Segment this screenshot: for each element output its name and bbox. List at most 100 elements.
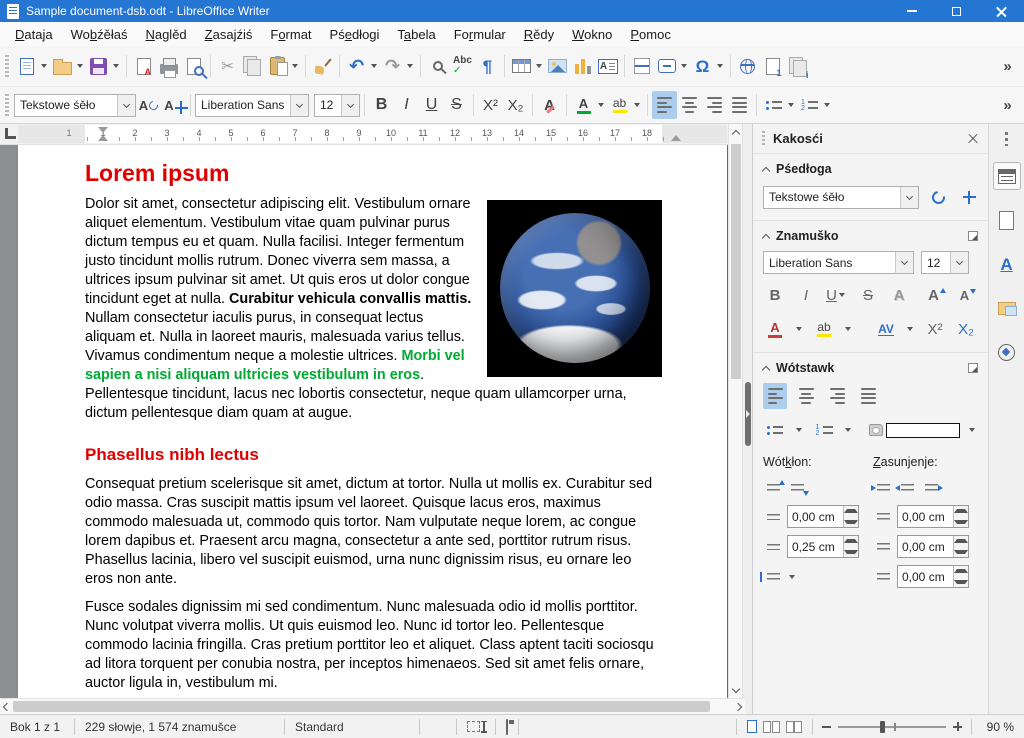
page-style-status[interactable]: Standard xyxy=(285,720,419,734)
ordered-list-dropdown[interactable] xyxy=(824,103,830,107)
align-right-button[interactable] xyxy=(702,91,727,119)
spin-arrows[interactable] xyxy=(953,506,968,527)
spelling-button[interactable]: Abc✓ xyxy=(450,52,475,80)
zoom-percentage[interactable]: 90 % xyxy=(972,720,1024,734)
strikethrough-button[interactable]: S xyxy=(856,282,880,308)
ordered-list-button[interactable]: 12 xyxy=(812,417,836,443)
dialog-launcher-icon[interactable] xyxy=(968,231,978,241)
increase-paragraph-spacing-button[interactable] xyxy=(763,478,783,498)
collapse-chevron-icon[interactable] xyxy=(762,365,770,373)
tab-stop-selector-icon[interactable] xyxy=(5,128,16,139)
insert-footnote-button[interactable]: 1 xyxy=(760,52,785,80)
save-button[interactable] xyxy=(86,52,111,80)
zoom-slider-thumb[interactable] xyxy=(880,721,885,733)
document-page[interactable]: Lorem ipsum Dolor sit amet, consectetur … xyxy=(18,145,727,698)
spin-arrows[interactable] xyxy=(843,536,858,557)
dialog-launcher-icon[interactable] xyxy=(968,363,978,373)
update-style-button[interactable]: A xyxy=(136,91,161,119)
zoom-in-icon[interactable] xyxy=(953,722,962,731)
unordered-list-button[interactable] xyxy=(761,91,786,119)
insert-hyperlink-button[interactable] xyxy=(735,52,760,80)
indent-first-line-field[interactable]: 0,00 cm xyxy=(897,565,969,588)
font-size-dropdown[interactable] xyxy=(341,95,359,116)
open-dropdown[interactable] xyxy=(77,64,83,68)
font-color-dropdown[interactable] xyxy=(796,327,802,331)
align-left-button[interactable] xyxy=(763,383,787,409)
right-indent-marker[interactable] xyxy=(671,135,681,141)
insert-endnote-button[interactable]: i xyxy=(785,52,810,80)
toolbar-grip[interactable] xyxy=(5,94,9,116)
clone-formatting-button[interactable] xyxy=(310,52,335,80)
collapse-chevron-icon[interactable] xyxy=(762,166,770,174)
insert-special-character-button[interactable]: Ω xyxy=(690,52,715,80)
menu-item[interactable]: Zasajźiś xyxy=(196,24,262,45)
character-spacing-button[interactable]: AV xyxy=(874,316,898,342)
new-document-button[interactable] xyxy=(14,52,39,80)
justify-button[interactable] xyxy=(856,383,880,409)
paste-button[interactable] xyxy=(265,52,290,80)
justify-button[interactable] xyxy=(727,91,752,119)
font-name-combobox[interactable]: Liberation Sans xyxy=(195,94,309,117)
menu-item[interactable]: Pomoc xyxy=(621,24,679,45)
superscript-button[interactable]: X² xyxy=(923,316,947,342)
spin-arrows[interactable] xyxy=(953,536,968,557)
find-replace-button[interactable] xyxy=(425,52,450,80)
clear-formatting-button[interactable]: A xyxy=(537,91,562,119)
align-center-button[interactable] xyxy=(677,91,702,119)
shadow-button[interactable]: A xyxy=(887,282,911,308)
single-page-view-button[interactable] xyxy=(747,720,757,733)
underline-dropdown[interactable] xyxy=(839,293,845,297)
hide-sidebar-handle[interactable] xyxy=(745,382,751,446)
open-button[interactable] xyxy=(50,52,75,80)
sidebar-font-size-dropdown[interactable] xyxy=(950,252,968,273)
subscript-button[interactable]: X₂ xyxy=(503,91,528,119)
zoom-out-icon[interactable] xyxy=(822,726,831,728)
superscript-button[interactable]: X² xyxy=(478,91,503,119)
insert-image-button[interactable] xyxy=(545,52,570,80)
underline-button[interactable]: U xyxy=(825,282,849,308)
insert-table-button[interactable] xyxy=(509,52,534,80)
menu-item[interactable]: Format xyxy=(261,24,320,45)
sidebar-style-combobox[interactable]: Tekstowe śěło xyxy=(763,186,919,209)
increase-font-size-button[interactable]: A xyxy=(925,282,949,308)
export-pdf-button[interactable]: A xyxy=(131,52,156,80)
sidebar-menu-icon[interactable] xyxy=(1005,132,1008,146)
scroll-down-button[interactable] xyxy=(729,682,743,698)
word-count-status[interactable]: 229 słowje, 1 574 znamušce xyxy=(75,720,284,734)
menu-item[interactable]: Wobźěłaś xyxy=(62,24,137,45)
decrease-font-size-button[interactable]: A xyxy=(956,282,980,308)
toolbar-overflow-button[interactable]: » xyxy=(995,52,1020,80)
scroll-up-button[interactable] xyxy=(729,124,743,140)
save-dropdown[interactable] xyxy=(113,64,119,68)
character-spacing-dropdown[interactable] xyxy=(907,327,913,331)
undo-button[interactable]: ↶ xyxy=(344,52,369,80)
undo-dropdown[interactable] xyxy=(371,64,377,68)
decrease-paragraph-spacing-button[interactable] xyxy=(787,478,807,498)
unordered-list-dropdown[interactable] xyxy=(788,103,794,107)
formatting-marks-button[interactable]: ¶ xyxy=(475,52,500,80)
highlight-color-dropdown[interactable] xyxy=(634,103,640,107)
line-spacing-dropdown[interactable] xyxy=(789,575,795,579)
paragraph-style-dropdown[interactable] xyxy=(117,95,135,116)
menu-item[interactable]: Tabela xyxy=(388,24,444,45)
indent-before-field[interactable]: 0,00 cm xyxy=(897,505,969,528)
scroll-left-button[interactable] xyxy=(0,699,14,715)
menu-item[interactable]: Wokno xyxy=(563,24,621,45)
sidebar-font-combobox[interactable]: Liberation Sans xyxy=(763,251,914,274)
paragraph-background-dropdown[interactable] xyxy=(969,428,975,432)
tab-navigator[interactable] xyxy=(993,338,1021,366)
close-button[interactable] xyxy=(979,0,1024,22)
document-text-area[interactable]: Lorem ipsum Dolor sit amet, consectetur … xyxy=(85,145,662,693)
subscript-button[interactable]: X₂ xyxy=(954,316,978,342)
insert-field-button[interactable] xyxy=(654,52,679,80)
menu-item[interactable]: Naglěd xyxy=(136,24,195,45)
selection-mode-status[interactable] xyxy=(457,721,495,733)
zoom-slider[interactable] xyxy=(838,726,946,728)
font-size-combobox[interactable]: 12 xyxy=(314,94,360,117)
tab-properties[interactable] xyxy=(993,162,1021,190)
ordered-list-dropdown[interactable] xyxy=(845,428,851,432)
update-style-button[interactable] xyxy=(926,184,950,210)
tab-styles[interactable]: A xyxy=(993,250,1021,278)
vertical-scrollbar[interactable] xyxy=(728,124,742,698)
minimize-button[interactable] xyxy=(889,0,934,22)
